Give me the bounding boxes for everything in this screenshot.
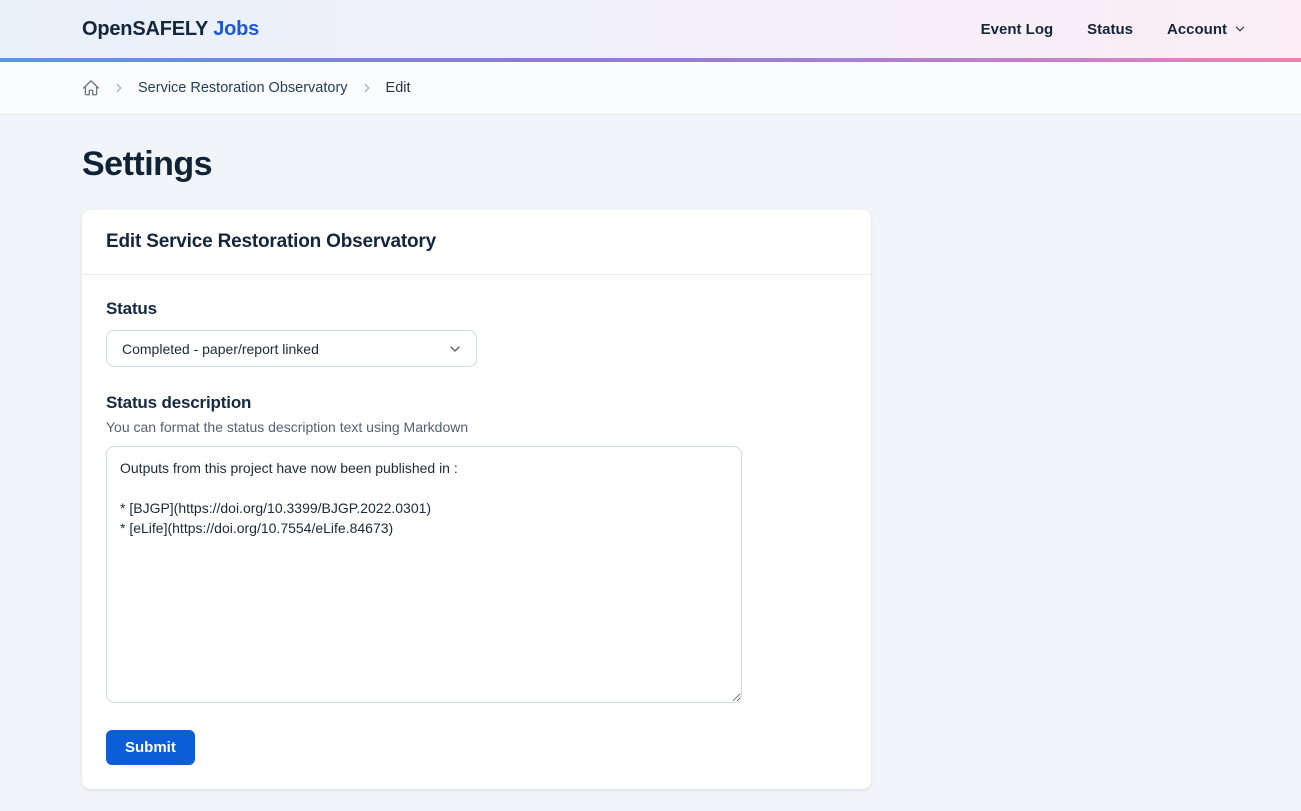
breadcrumb-bar: Service Restoration Observatory Edit bbox=[0, 62, 1301, 115]
breadcrumb-current: Edit bbox=[386, 80, 411, 96]
status-description-help: You can format the status description te… bbox=[106, 419, 847, 435]
chevron-right-icon bbox=[360, 81, 374, 95]
nav-status[interactable]: Status bbox=[1087, 21, 1133, 38]
site-header: OpenSAFELY Jobs Event Log Status Account bbox=[0, 0, 1301, 58]
brand-logo[interactable]: OpenSAFELY Jobs bbox=[82, 18, 259, 41]
status-description-textarea[interactable]: Outputs from this project have now been … bbox=[106, 446, 742, 703]
brand-primary-text: OpenSAFELY bbox=[82, 18, 208, 40]
status-label: Status bbox=[106, 299, 847, 319]
home-icon bbox=[82, 79, 100, 97]
nav-account-label: Account bbox=[1167, 21, 1227, 38]
breadcrumb-home-link[interactable] bbox=[82, 79, 100, 97]
status-select-value: Completed - paper/report linked bbox=[122, 341, 319, 357]
status-description-label: Status description bbox=[106, 393, 847, 413]
status-select[interactable]: Completed - paper/report linked bbox=[106, 330, 477, 367]
chevron-down-icon bbox=[447, 341, 463, 357]
submit-button[interactable]: Submit bbox=[106, 730, 195, 765]
nav-account-menu[interactable]: Account bbox=[1167, 21, 1247, 38]
chevron-down-icon bbox=[1233, 22, 1247, 36]
page-title: Settings bbox=[82, 145, 1301, 184]
main-content: Settings Edit Service Restoration Observ… bbox=[0, 115, 1301, 789]
breadcrumb-project-link[interactable]: Service Restoration Observatory bbox=[138, 80, 348, 96]
card-title: Edit Service Restoration Observatory bbox=[106, 231, 847, 253]
edit-settings-card: Edit Service Restoration Observatory Sta… bbox=[82, 210, 871, 789]
card-header: Edit Service Restoration Observatory bbox=[82, 210, 871, 275]
brand-secondary-text: Jobs bbox=[213, 18, 259, 40]
nav-event-log[interactable]: Event Log bbox=[981, 21, 1054, 38]
status-description-group: Status description You can format the st… bbox=[106, 393, 847, 703]
card-body: Status Completed - paper/report linked S… bbox=[82, 275, 871, 789]
main-nav: Event Log Status Account bbox=[981, 21, 1247, 38]
breadcrumb: Service Restoration Observatory Edit bbox=[0, 79, 411, 97]
chevron-right-icon bbox=[112, 81, 126, 95]
